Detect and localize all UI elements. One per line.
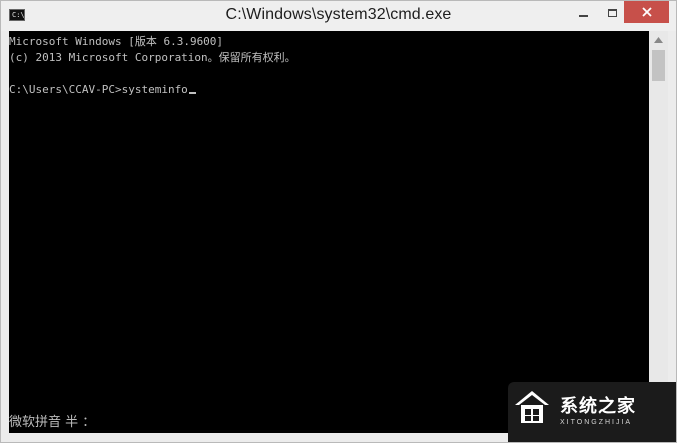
console-output[interactable]: Microsoft Windows [版本 6.3.9600] (c) 2013… xyxy=(9,31,649,433)
house-logo-icon xyxy=(515,391,549,423)
watermark-text: 系统之家 xyxy=(560,396,636,416)
minimize-button[interactable] xyxy=(569,1,597,25)
console-line: (c) 2013 Microsoft Corporation。保留所有权利。 xyxy=(9,51,296,64)
ime-status: 微软拼音 半 ： xyxy=(9,415,96,430)
cmd-window: C:\_ C:\Windows\system32\cmd.exe Microso… xyxy=(0,0,677,443)
console-line: Microsoft Windows [版本 6.3.9600] xyxy=(9,35,224,48)
command-line: C:\Users\CCAV-PC>systeminfo xyxy=(9,82,649,98)
title-bar[interactable]: C:\_ C:\Windows\system32\cmd.exe xyxy=(1,1,676,31)
maximize-button[interactable] xyxy=(598,1,626,25)
watermark-subtext: XITONGZHIJIA xyxy=(560,419,633,426)
scroll-thumb[interactable] xyxy=(652,50,665,81)
prompt-command: C:\Users\CCAV-PC>systeminfo xyxy=(9,83,188,96)
minimize-icon xyxy=(578,15,588,17)
maximize-icon xyxy=(607,9,617,17)
site-watermark: 系统之家 XITONGZHIJIA xyxy=(508,382,676,442)
text-cursor xyxy=(188,92,196,94)
close-button[interactable] xyxy=(624,1,669,23)
chevron-up-icon xyxy=(654,36,663,43)
scroll-up-button[interactable] xyxy=(649,31,668,48)
close-icon xyxy=(641,7,652,17)
vertical-scrollbar[interactable] xyxy=(649,31,668,433)
